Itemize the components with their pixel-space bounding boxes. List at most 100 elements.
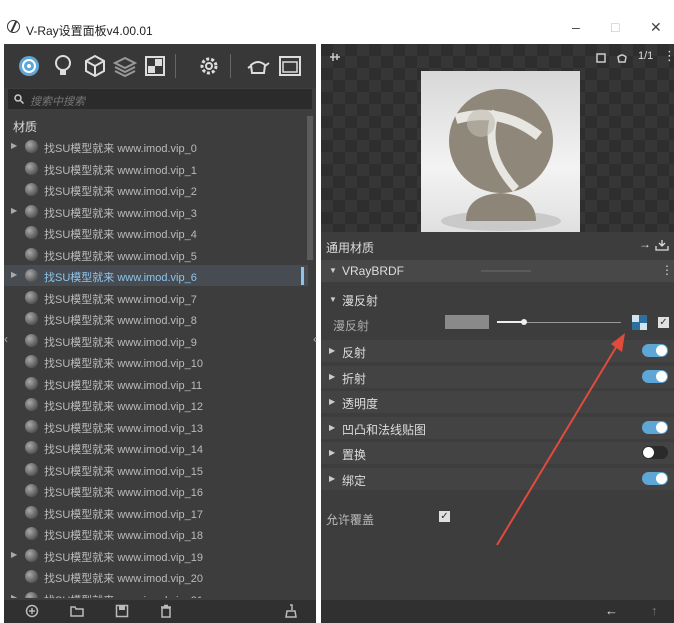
preview-menu-icon[interactable]: ⋮ <box>663 48 674 64</box>
material-list-item[interactable]: 找SU模型就来 www.imod.vip_9 <box>4 330 308 351</box>
property-section[interactable]: ▶ 反射 <box>321 340 674 362</box>
material-list-item[interactable]: ▶ 找SU模型就来 www.imod.vip_0 <box>4 136 308 157</box>
material-list-item[interactable]: 找SU模型就来 www.imod.vip_5 <box>4 244 308 265</box>
material-list-item[interactable]: 找SU模型就来 www.imod.vip_7 <box>4 287 308 308</box>
expand-arrow-icon: ▶ <box>329 448 336 457</box>
material-list-item[interactable]: 找SU模型就来 www.imod.vip_15 <box>4 459 308 480</box>
material-sphere-icon <box>25 484 38 497</box>
material-name: 找SU模型就来 www.imod.vip_8 <box>44 315 197 327</box>
brdf-menu-icon[interactable]: ⋮ <box>661 263 673 277</box>
section-toggle[interactable] <box>642 446 668 459</box>
material-list-item[interactable]: 找SU模型就来 www.imod.vip_17 <box>4 502 308 523</box>
material-name: 找SU模型就来 www.imod.vip_1 <box>44 164 197 177</box>
expand-arrow-icon: ▼ <box>329 266 337 275</box>
allow-override-checkbox[interactable]: ✓ <box>439 511 450 522</box>
material-name: 找SU模型就来 www.imod.vip_14 <box>44 444 203 456</box>
list-bottom-toolbar <box>4 600 316 623</box>
selection-indicator <box>301 267 304 285</box>
textures-icon[interactable] <box>142 53 168 79</box>
minimize-button[interactable]: – <box>572 19 580 35</box>
diffuse-checkbox[interactable]: ✓ <box>658 317 669 328</box>
material-sphere-icon <box>25 398 38 411</box>
collapse-right-icon[interactable]: ‹ <box>313 332 317 346</box>
material-list-item[interactable]: 找SU模型就来 www.imod.vip_16 <box>4 480 308 501</box>
diffuse-slider-handle[interactable] <box>521 319 527 325</box>
section-toggle[interactable] <box>642 369 668 383</box>
expand-arrow-icon[interactable]: ▶ <box>11 141 17 150</box>
diffuse-group[interactable]: ▼ 漫反射 <box>321 288 674 310</box>
search-input[interactable]: 搜索中搜索 <box>8 89 312 109</box>
material-name: 找SU模型就来 www.imod.vip_4 <box>44 229 197 241</box>
material-list-item[interactable]: ▶ 找SU模型就来 www.imod.vip_21 <box>4 588 308 599</box>
material-sphere-icon <box>25 527 38 540</box>
property-section[interactable]: ▶ 透明度 <box>321 391 674 413</box>
purge-broom-icon[interactable] <box>284 604 298 618</box>
open-folder-icon[interactable] <box>70 604 84 618</box>
diffuse-color-swatch[interactable] <box>445 315 489 329</box>
property-section[interactable]: ▶ 绑定 <box>321 467 674 490</box>
preview-area: 1/1 ⋮ <box>321 44 674 232</box>
property-section[interactable]: ▶ 折射 <box>321 365 674 388</box>
generic-material-label: 通用材质 <box>326 241 375 255</box>
section-toggle[interactable] <box>642 344 668 357</box>
material-list-item[interactable]: ▶ 找SU模型就来 www.imod.vip_6 <box>4 265 308 286</box>
expand-arrow-icon[interactable]: ▶ <box>11 550 17 559</box>
material-list-item[interactable]: 找SU模型就来 www.imod.vip_14 <box>4 437 308 458</box>
right-bottom-toolbar: ← ↑ <box>321 600 674 623</box>
material-sphere-icon <box>25 419 38 433</box>
section-toggle[interactable] <box>642 471 668 485</box>
material-list-item[interactable]: ▶ 找SU模型就来 www.imod.vip_19 <box>4 545 308 566</box>
materials-icon[interactable] <box>16 53 42 79</box>
property-section[interactable]: ▶ 凹凸和法线贴图 <box>321 416 674 439</box>
up-arrow-icon[interactable]: ↑ <box>651 603 658 618</box>
import-tray-icon[interactable] <box>655 239 669 251</box>
material-list-panel: 搜索中搜索 材质 ▶ 找SU模型就来 www.imod.vip_0 找SU模型就来 … <box>4 44 316 623</box>
preview-square-icon[interactable] <box>596 53 606 63</box>
material-sphere-icon <box>25 226 38 239</box>
texture-map-icon[interactable] <box>632 315 647 330</box>
material-list-item[interactable]: 找SU模型就来 www.imod.vip_8 <box>4 308 308 329</box>
material-list-item[interactable]: 找SU模型就来 www.imod.vip_20 <box>4 566 308 587</box>
material-list-item[interactable]: 找SU模型就来 www.imod.vip_11 <box>4 373 308 394</box>
brdf-label: VRayBRDF <box>342 264 405 278</box>
collapse-left-icon[interactable]: ‹ <box>4 332 8 346</box>
geometry-icon[interactable] <box>82 53 108 79</box>
material-name: 找SU模型就来 www.imod.vip_7 <box>44 293 197 306</box>
drag-handle[interactable] <box>481 270 531 272</box>
brdf-section[interactable]: ▼ VRayBRDF ⋮ <box>321 260 674 282</box>
expand-arrow-icon[interactable]: ▶ <box>11 206 17 215</box>
material-list-item[interactable]: 找SU模型就来 www.imod.vip_13 <box>4 416 308 437</box>
material-list-item[interactable]: ▶ 找SU模型就来 www.imod.vip_3 <box>4 201 308 222</box>
diffuse-group-label: 漫反射 <box>342 294 379 308</box>
section-toggle[interactable] <box>642 420 668 434</box>
material-name: 找SU模型就来 www.imod.vip_17 <box>44 508 203 521</box>
settings-gear-icon[interactable] <box>196 53 222 79</box>
save-icon[interactable] <box>115 604 129 618</box>
maximize-button[interactable]: □ <box>611 19 619 35</box>
arrow-right-icon[interactable]: → <box>639 237 651 251</box>
expand-arrow-icon[interactable]: ▶ <box>11 593 17 599</box>
diffuse-slider-fill <box>497 321 523 323</box>
preview-ratio[interactable]: 1/1 <box>638 50 653 62</box>
delete-icon[interactable] <box>159 604 173 618</box>
property-section[interactable]: ▶ 置换 <box>321 442 674 464</box>
back-arrow-icon[interactable]: ← <box>605 603 618 618</box>
material-list-item[interactable]: 找SU模型就来 www.imod.vip_1 <box>4 158 308 179</box>
close-button[interactable]: ✕ <box>650 19 662 36</box>
lights-icon[interactable] <box>50 53 76 79</box>
frame-buffer-icon[interactable] <box>277 53 303 79</box>
render-teapot-icon[interactable] <box>245 53 271 79</box>
preview-teapot-icon[interactable] <box>615 52 629 64</box>
material-editor-panel: 1/1 ⋮ 通用材质 → ▼ VRayBRDF ⋮ ▼ 漫反射 漫反射 ✓ ▶ … <box>313 44 674 623</box>
section-label: 折射 <box>342 371 367 386</box>
expand-arrow-icon[interactable]: ▶ <box>11 270 17 279</box>
material-list-item[interactable]: 找SU模型就来 www.imod.vip_18 <box>4 523 308 544</box>
layers-icon[interactable] <box>112 53 138 79</box>
material-list-item[interactable]: 找SU模型就来 www.imod.vip_2 <box>4 179 308 200</box>
material-list-item[interactable]: 找SU模型就来 www.imod.vip_4 <box>4 222 308 243</box>
pin-icon[interactable] <box>328 51 342 63</box>
material-name: 找SU模型就来 www.imod.vip_3 <box>44 207 197 220</box>
add-material-icon[interactable] <box>25 604 39 618</box>
material-list-item[interactable]: 找SU模型就来 www.imod.vip_10 <box>4 351 308 372</box>
material-list-item[interactable]: 找SU模型就来 www.imod.vip_12 <box>4 394 308 415</box>
